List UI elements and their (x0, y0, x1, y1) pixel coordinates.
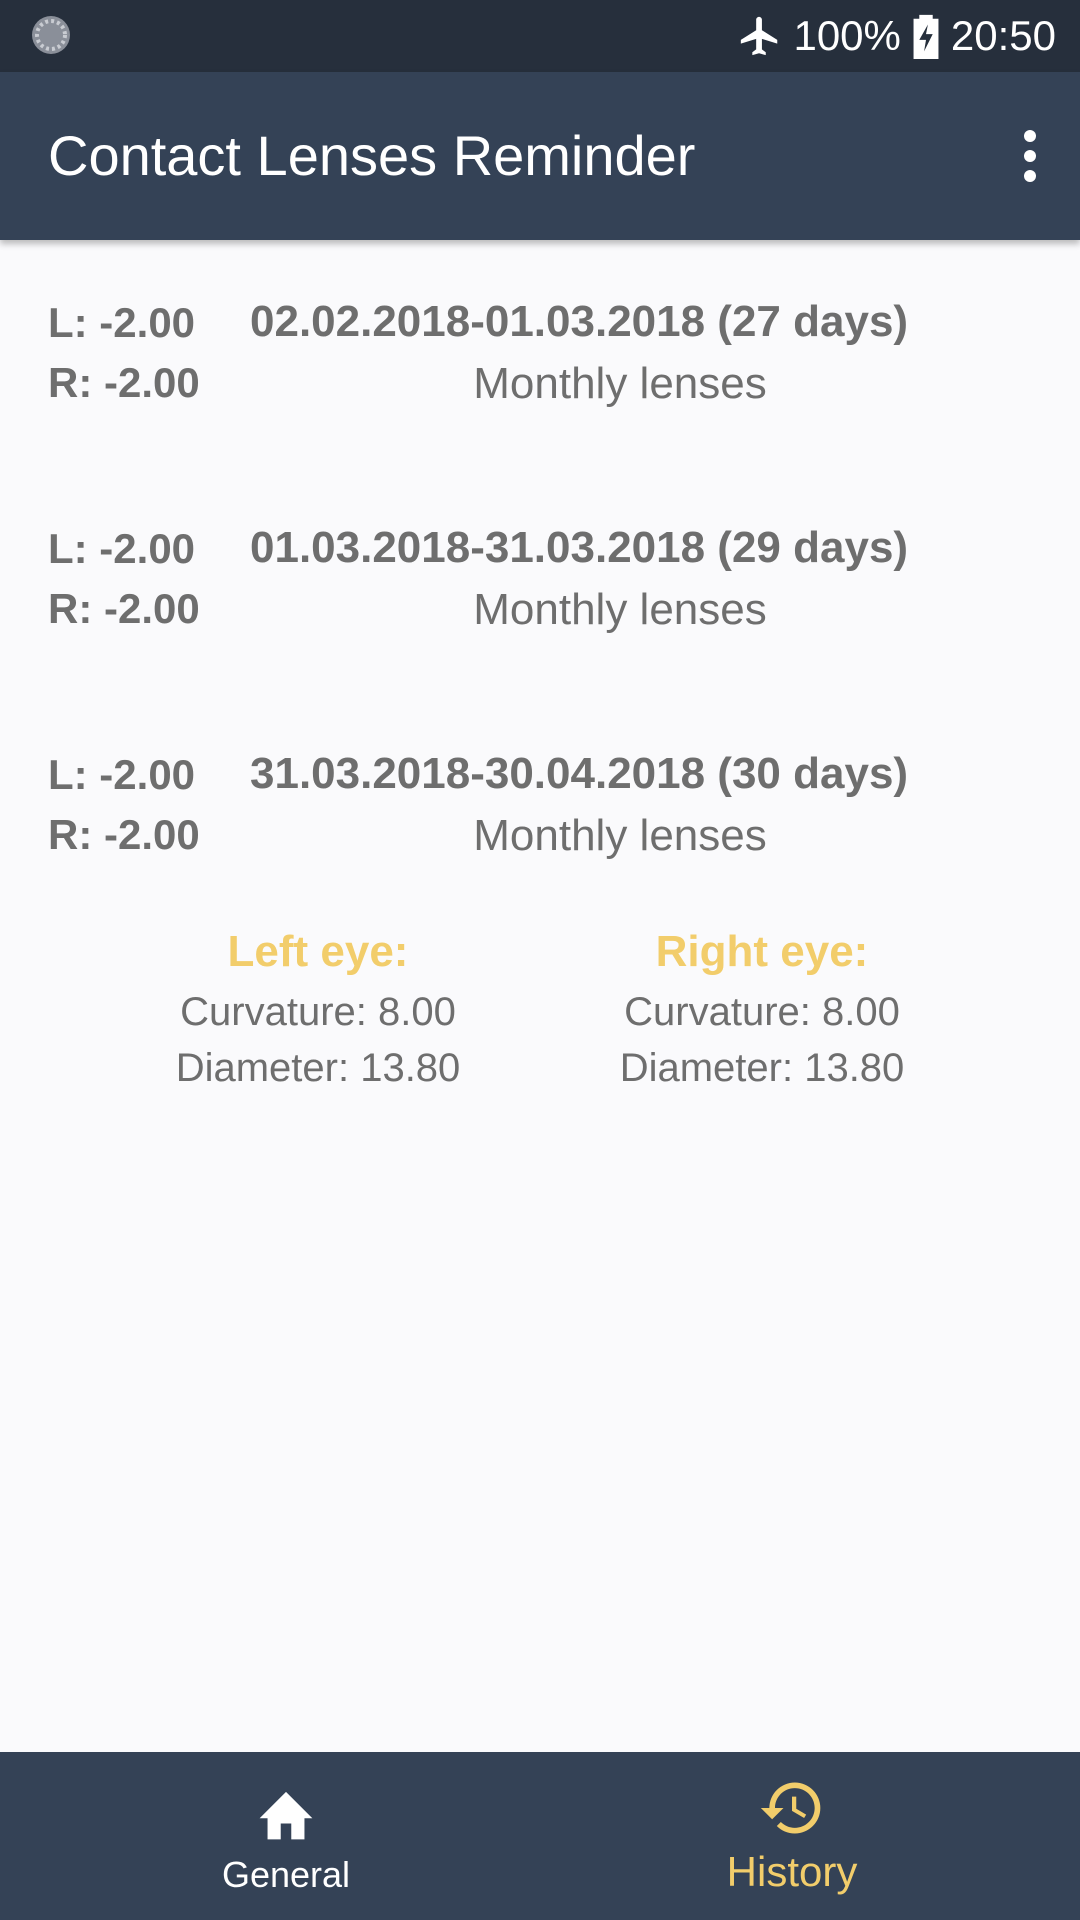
right-eye-title: Right eye: (655, 927, 869, 976)
status-right-group: 100% 20:50 (737, 0, 1056, 72)
history-icon (758, 1774, 826, 1847)
airplane-icon (737, 13, 783, 59)
date-range: 01.03.2018-31.03.2018 (29 days) (250, 523, 909, 572)
status-time: 20:50 (950, 12, 1056, 59)
screen: 100% 20:50 Contact Lenses Reminder L: -2… (0, 0, 1080, 1920)
date-range: 31.03.2018-30.04.2018 (30 days) (250, 749, 909, 798)
left-power: L: -2.00 (48, 299, 196, 346)
nav-general-label: General (221, 1854, 351, 1895)
app-title: Contact Lenses Reminder (48, 124, 696, 187)
right-power: R: -2.00 (48, 585, 200, 632)
nav-history-label: History (726, 1848, 858, 1895)
date-range: 02.02.2018-01.03.2018 (27 days) (250, 297, 909, 346)
right-power: R: -2.00 (48, 359, 200, 406)
more-options-button[interactable] (998, 114, 1062, 198)
more-vert-icon (1024, 130, 1036, 182)
left-power: L: -2.00 (48, 525, 196, 572)
loading-circle-icon (30, 14, 72, 56)
right-eye-details: Right eye: Curvature: 8.00 Diameter: 13.… (552, 926, 972, 1096)
lens-type: Monthly lenses (473, 359, 767, 408)
right-eye-curvature: Curvature: 8.00 (624, 990, 900, 1034)
right-power: R: -2.00 (48, 811, 200, 858)
history-entry[interactable]: L: -2.00 R: -2.00 01.03.2018-31.03.2018 … (0, 523, 1080, 654)
app-bar: Contact Lenses Reminder (0, 72, 1080, 240)
nav-history[interactable]: History (522, 1752, 1062, 1920)
lens-type: Monthly lenses (473, 811, 767, 860)
lens-type: Monthly lenses (473, 585, 767, 634)
nav-general[interactable]: General (16, 1752, 556, 1920)
left-eye-diameter: Diameter: 13.80 (175, 1046, 461, 1090)
battery-charging-icon (911, 13, 941, 59)
home-icon (254, 1784, 318, 1847)
status-bar: 100% 20:50 (0, 0, 1080, 72)
left-power: L: -2.00 (48, 751, 196, 798)
history-entry[interactable]: L: -2.00 R: -2.00 02.02.2018-01.03.2018 … (0, 297, 1080, 428)
left-eye-details: Left eye: Curvature: 8.00 Diameter: 13.8… (108, 926, 528, 1096)
left-eye-title: Left eye: (227, 927, 409, 976)
left-eye-curvature: Curvature: 8.00 (180, 990, 456, 1034)
bottom-navigation: General History (0, 1752, 1080, 1920)
history-entry[interactable]: L: -2.00 R: -2.00 31.03.2018-30.04.2018 … (0, 749, 1080, 880)
battery-percent: 100% (793, 12, 901, 59)
right-eye-diameter: Diameter: 13.80 (619, 1046, 905, 1090)
